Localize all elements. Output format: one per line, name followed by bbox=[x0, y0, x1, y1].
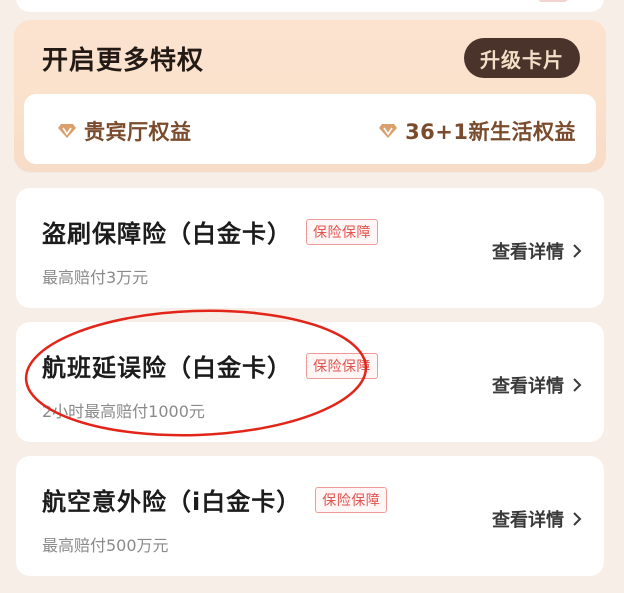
diamond-icon bbox=[379, 124, 398, 138]
insurance-badge: 保险保障 bbox=[315, 486, 388, 513]
insurance-card-fraud[interactable]: 盗刷保障险（白金卡） 保险保障 最高赔付3万元 查看详情 bbox=[16, 188, 604, 308]
view-details-link[interactable]: 查看详情 bbox=[492, 372, 582, 398]
diamond-icon bbox=[58, 124, 76, 138]
privilege-card: 开启更多特权 升级卡片 贵宾厅权益 36+1新生活权益 bbox=[14, 20, 606, 172]
insurance-title-text: 航空意外险（i白金卡） bbox=[42, 488, 302, 516]
insurance-subtitle: 最高赔付3万元 bbox=[42, 268, 149, 287]
decorative-pill bbox=[538, 0, 568, 2]
view-details-label: 查看详情 bbox=[492, 242, 564, 263]
view-details-label: 查看详情 bbox=[492, 510, 564, 531]
benefit-new-life[interactable]: 36+1新生活权益 bbox=[379, 116, 576, 146]
benefit-label: 36+1新生活权益 bbox=[405, 120, 576, 144]
insurance-subtitle: 2小时最高赔付1000元 bbox=[42, 402, 205, 421]
benefit-bar: 贵宾厅权益 36+1新生活权益 bbox=[24, 94, 596, 164]
chevron-right-icon bbox=[573, 378, 582, 392]
upgrade-card-button[interactable]: 升级卡片 bbox=[464, 38, 580, 78]
insurance-title: 航班延误险（白金卡） 保险保障 bbox=[42, 348, 378, 383]
chevron-right-icon bbox=[573, 244, 582, 258]
view-details-label: 查看详情 bbox=[492, 376, 564, 397]
benefit-vip-lounge[interactable]: 贵宾厅权益 bbox=[58, 116, 192, 146]
privilege-title: 开启更多特权 bbox=[42, 46, 205, 76]
insurance-card-air-accident[interactable]: 航空意外险（i白金卡） 保险保障 最高赔付500万元 查看详情 bbox=[16, 456, 604, 576]
insurance-title: 盗刷保障险（白金卡） 保险保障 bbox=[42, 214, 378, 249]
insurance-badge: 保险保障 bbox=[306, 352, 378, 379]
insurance-badge: 保险保障 bbox=[306, 218, 378, 245]
previous-card-edge bbox=[16, 0, 604, 12]
insurance-subtitle: 最高赔付500万元 bbox=[42, 536, 169, 555]
view-details-link[interactable]: 查看详情 bbox=[492, 238, 582, 264]
insurance-card-flight-delay[interactable]: 航班延误险（白金卡） 保险保障 2小时最高赔付1000元 查看详情 bbox=[16, 322, 604, 442]
benefit-label: 贵宾厅权益 bbox=[84, 120, 192, 144]
insurance-title-text: 盗刷保障险（白金卡） bbox=[42, 220, 292, 248]
insurance-title-text: 航班延误险（白金卡） bbox=[42, 354, 292, 382]
view-details-link[interactable]: 查看详情 bbox=[492, 506, 582, 532]
insurance-title: 航空意外险（i白金卡） 保险保障 bbox=[42, 482, 388, 517]
chevron-right-icon bbox=[573, 512, 582, 526]
